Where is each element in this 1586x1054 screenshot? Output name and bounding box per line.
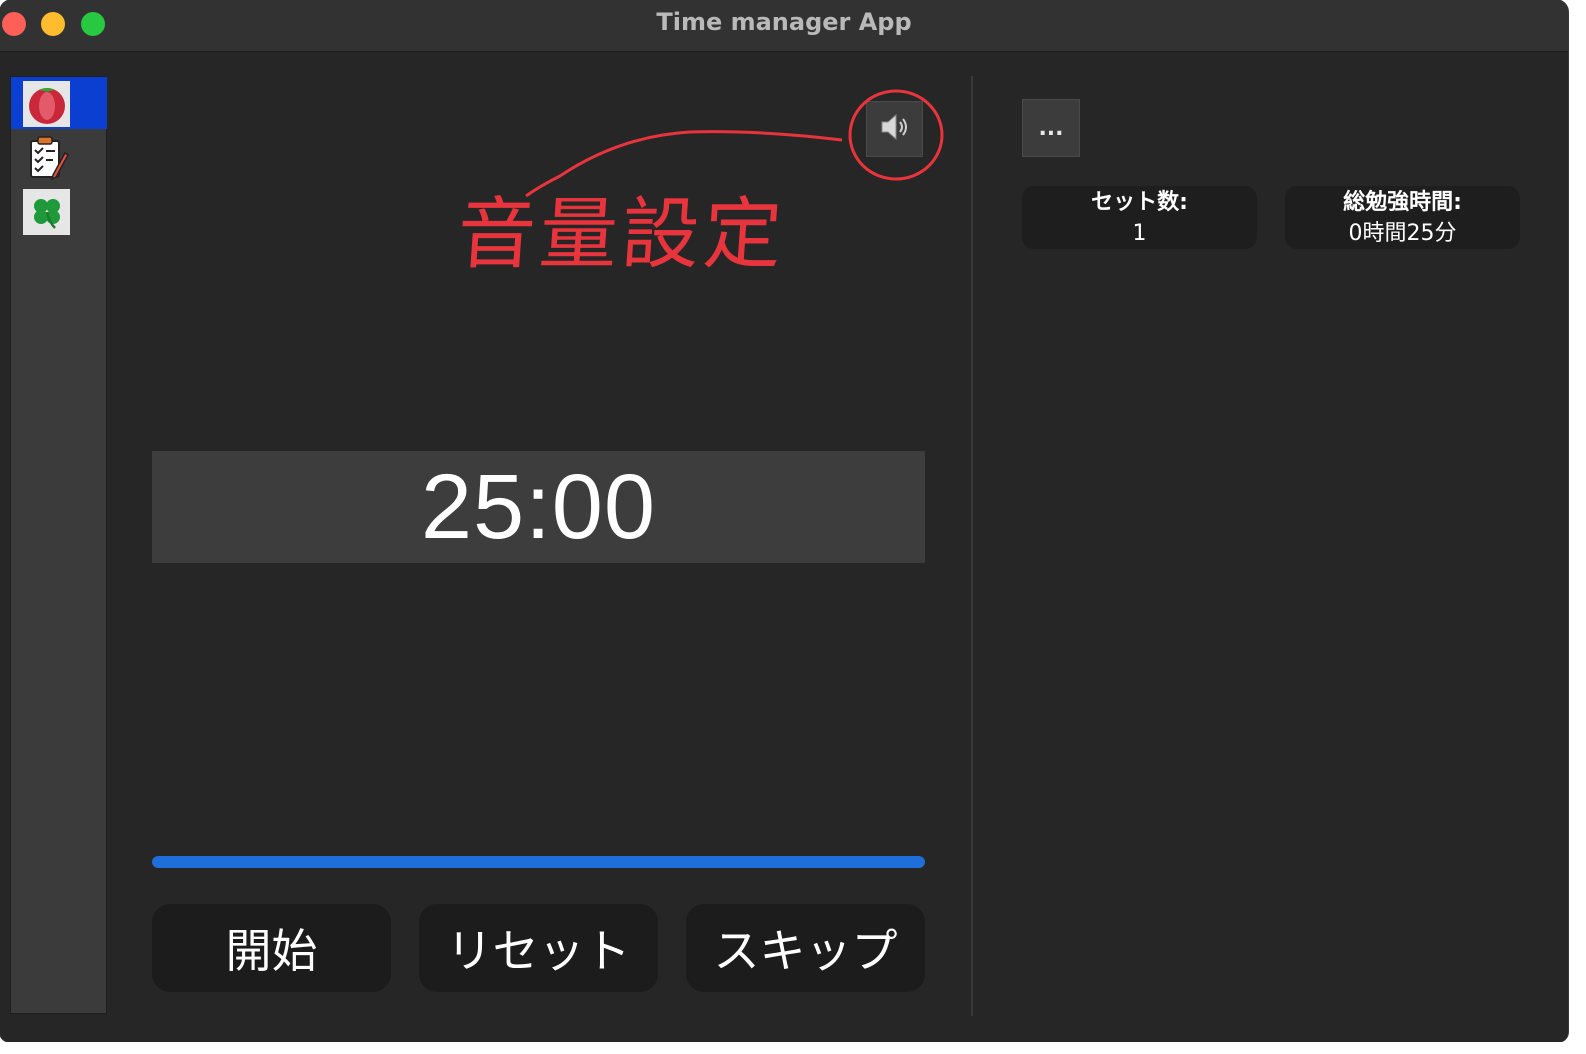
progress-bar <box>152 856 925 868</box>
volume-settings-button[interactable] <box>866 101 923 157</box>
set-count-card: セット数: 1 <box>1022 186 1257 249</box>
total-study-time-value: 0時間25分 <box>1348 220 1457 246</box>
clover-icon <box>23 189 70 235</box>
set-count-value: 1 <box>1132 220 1147 246</box>
total-study-time-label: 総勉強時間: <box>1343 189 1462 215</box>
sidebar-item-tasks[interactable] <box>11 131 107 183</box>
more-button[interactable]: ... <box>1022 99 1080 157</box>
speaker-icon <box>878 112 912 146</box>
sidebar-item-clover[interactable] <box>11 185 107 237</box>
skip-button[interactable]: スキップ <box>686 904 925 992</box>
desktop-background <box>0 1042 1586 1054</box>
app-window: Time manager App 音量設定 25:00 開始 リセット スキップ… <box>0 0 1568 1042</box>
window-title: Time manager App <box>656 8 912 36</box>
reset-button[interactable]: リセット <box>419 904 658 992</box>
tomato-icon <box>23 81 70 127</box>
annotation-label: 音量設定 <box>454 190 789 280</box>
clipboard-checklist-icon <box>23 135 70 181</box>
start-button[interactable]: 開始 <box>152 904 391 992</box>
panel-divider <box>971 76 973 1016</box>
total-study-time-card: 総勉強時間: 0時間25分 <box>1285 186 1520 249</box>
set-count-label: セット数: <box>1091 189 1188 215</box>
timer-text: 25:00 <box>420 455 657 558</box>
timer-display: 25:00 <box>152 451 925 563</box>
sidebar-item-pomodoro[interactable] <box>11 77 107 129</box>
progress-fill <box>152 856 925 868</box>
title-bar: Time manager App <box>0 0 1568 52</box>
sidebar <box>10 76 107 1014</box>
